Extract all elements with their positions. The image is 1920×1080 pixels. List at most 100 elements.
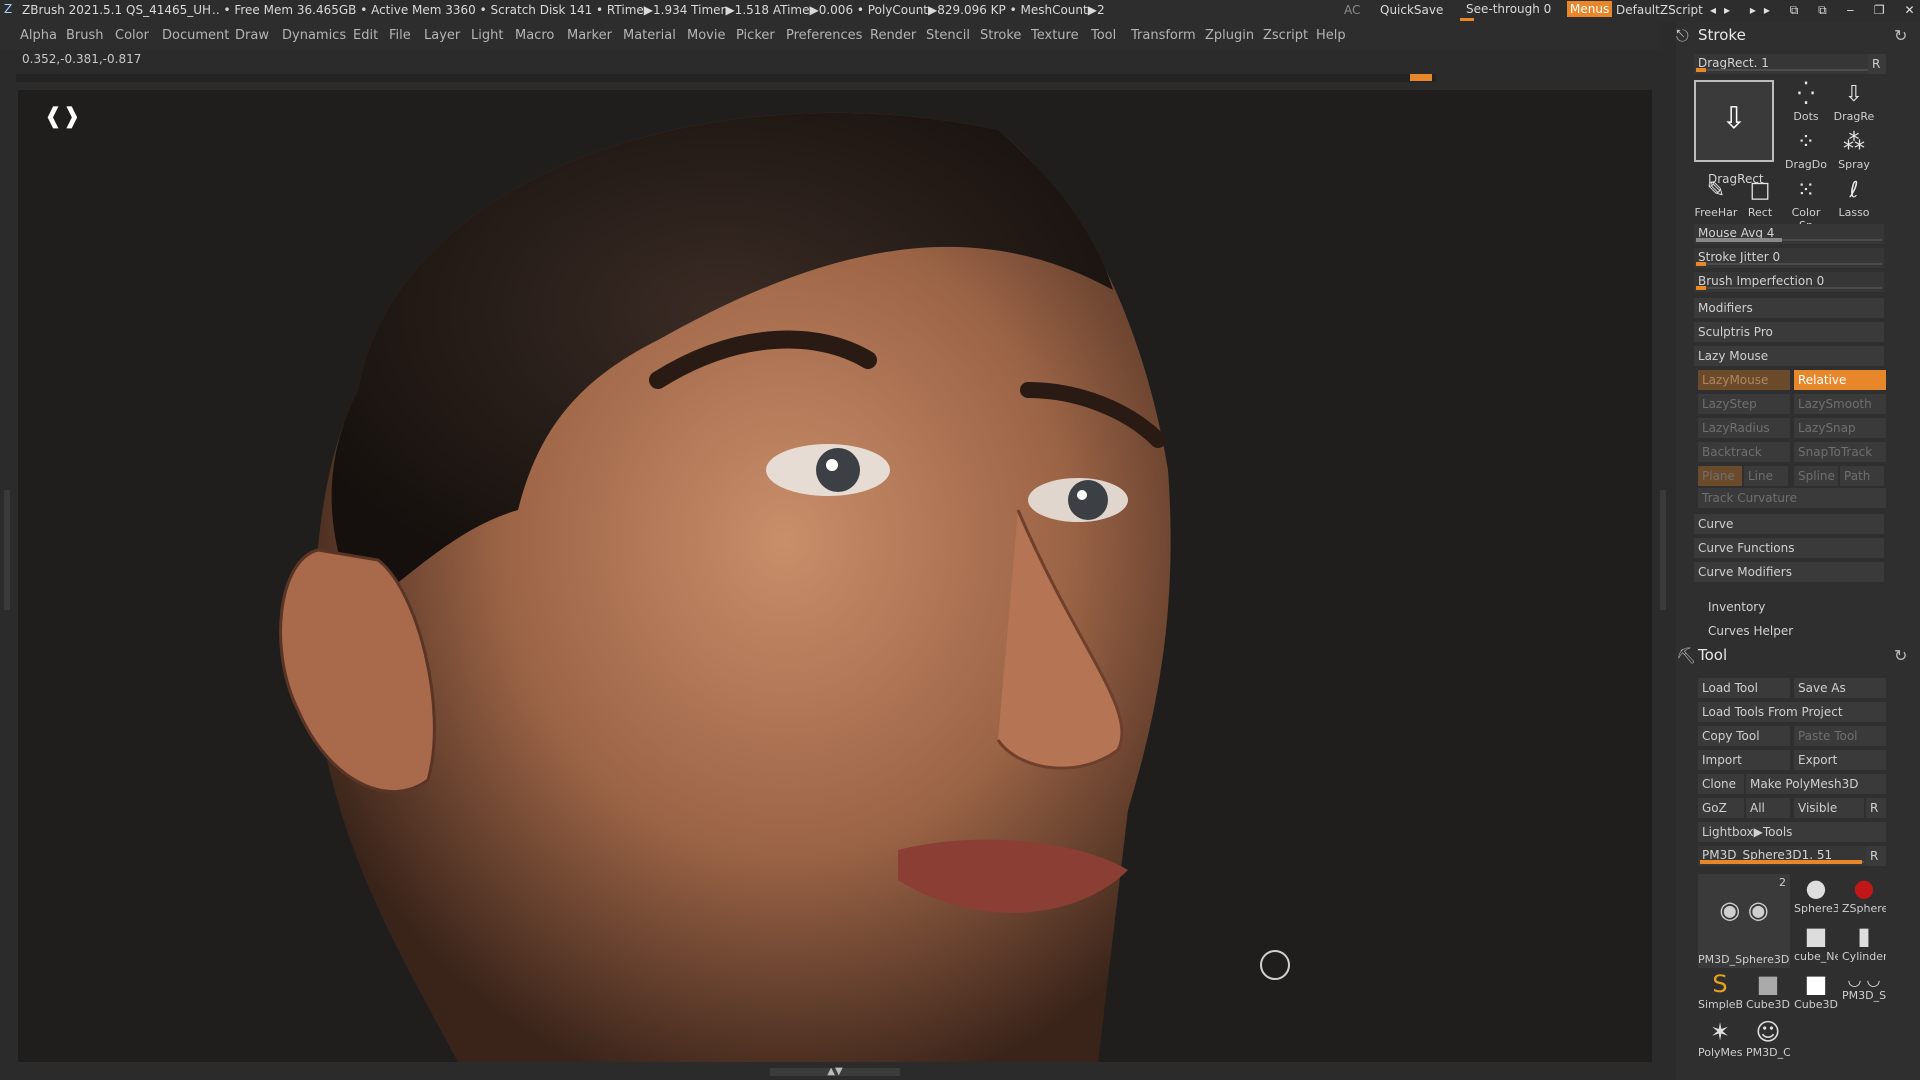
curve-section[interactable]: Curve	[1694, 514, 1884, 534]
stroke-colorspray[interactable]: ⁙Color Sp	[1784, 176, 1828, 232]
save-as-button[interactable]: Save As	[1794, 678, 1886, 698]
stroke-palette-icon[interactable]: ⎋	[1676, 26, 1689, 46]
menu-texture[interactable]: Texture	[1031, 28, 1079, 43]
stroke-reset-icon[interactable]: ↻	[1894, 26, 1907, 45]
inventory-item[interactable]: Inventory	[1708, 600, 1765, 614]
track-curvature-slider[interactable]: Track Curvature	[1698, 488, 1886, 508]
tool-thumb-pm3d-c[interactable]: ☺ PM3D_C	[1746, 1018, 1790, 1064]
see-through-slider[interactable]: See-through 0	[1460, 2, 1552, 21]
export-button[interactable]: Export	[1794, 750, 1886, 770]
lazysmooth-slider[interactable]: LazySmooth	[1794, 394, 1886, 414]
tool-thumb-polymesh[interactable]: ✶ PolyMes	[1698, 1018, 1742, 1064]
copy-tool-button[interactable]: Copy Tool	[1698, 726, 1790, 746]
brush-imperfection-slider[interactable]: Brush Imperfection 0	[1694, 272, 1884, 292]
lazymouse-toggle[interactable]: LazyMouse	[1698, 370, 1790, 390]
goz-all-button[interactable]: All	[1746, 798, 1790, 818]
stroke-lasso[interactable]: ℓ Lasso	[1832, 176, 1876, 222]
timeline-bar[interactable]	[16, 74, 1436, 82]
tool-thumb-pm3d-sphere[interactable]: 2 ◉ ◉ PM3D_Sphere3D	[1698, 874, 1790, 968]
stroke-rect[interactable]: □ Rect	[1738, 176, 1782, 222]
menu-stencil[interactable]: Stencil	[926, 28, 970, 43]
goz-button[interactable]: GoZ	[1698, 798, 1744, 818]
tool-title[interactable]: Tool	[1698, 646, 1727, 664]
paste-tool-button[interactable]: Paste Tool	[1794, 726, 1886, 746]
lazyradius-slider[interactable]: LazyRadius	[1698, 418, 1790, 438]
menu-draw[interactable]: Draw	[235, 28, 269, 43]
goz-visible-button[interactable]: Visible	[1794, 798, 1864, 818]
lazy-mouse-section[interactable]: Lazy Mouse	[1694, 346, 1884, 366]
menu-macro[interactable]: Macro	[515, 28, 554, 43]
target-circle-icon[interactable]	[1260, 950, 1290, 980]
stroke-spray[interactable]: ⁂ Spray	[1832, 128, 1876, 174]
curves-helper-item[interactable]: Curves Helper	[1708, 624, 1793, 638]
current-tool-r-button[interactable]: R	[1866, 846, 1886, 866]
canvas-viewport[interactable]: ❰❱	[18, 90, 1652, 1062]
make-polymesh-button[interactable]: Make PolyMesh3D	[1746, 774, 1886, 794]
mouse-avg-slider[interactable]: Mouse Avg 4	[1694, 224, 1884, 244]
menu-render[interactable]: Render	[870, 28, 916, 43]
stroke-dragdot[interactable]: ⁘ DragDo	[1784, 128, 1828, 174]
spline-button[interactable]: Spline	[1794, 466, 1838, 486]
menu-light[interactable]: Light	[471, 28, 503, 43]
stroke-dots[interactable]: ⁛ Dots	[1784, 80, 1828, 126]
tool-thumb-cube3d-b[interactable]: ■ Cube3D	[1794, 970, 1838, 1016]
stroke-dragrect-small[interactable]: ⇩ DragRe	[1832, 80, 1876, 126]
menu-zplugin[interactable]: Zplugin	[1205, 28, 1254, 43]
curve-functions-section[interactable]: Curve Functions	[1694, 538, 1884, 558]
backtrack-button[interactable]: Backtrack	[1698, 442, 1790, 462]
menus-button[interactable]: Menus	[1567, 1, 1613, 17]
curve-modifiers-section[interactable]: Curve Modifiers	[1694, 562, 1884, 582]
tool-thumb-cube3d-a[interactable]: ■ Cube3D	[1746, 970, 1790, 1016]
menu-brush[interactable]: Brush	[66, 28, 104, 43]
frame-corner-icon[interactable]: ❰❱	[44, 104, 81, 129]
sculptris-pro-section[interactable]: Sculptris Pro	[1694, 322, 1884, 342]
menu-transform[interactable]: Transform	[1131, 28, 1196, 43]
tool-thumb-pm3d-s[interactable]: ◡ ◡ PM3D_S	[1842, 970, 1886, 1016]
default-zscript-button[interactable]: DefaultZScript	[1616, 3, 1703, 17]
tool-thumb-zsphere[interactable]: ● ZSphere	[1842, 874, 1886, 920]
line-button[interactable]: Line	[1744, 466, 1788, 486]
modifiers-section[interactable]: Modifiers	[1694, 298, 1884, 318]
menu-tool[interactable]: Tool	[1091, 28, 1116, 43]
menu-material[interactable]: Material	[623, 28, 676, 43]
menu-alpha[interactable]: Alpha	[20, 28, 57, 43]
menu-edit[interactable]: Edit	[353, 28, 378, 43]
menu-stroke[interactable]: Stroke	[980, 28, 1021, 43]
menu-zscript[interactable]: Zscript	[1263, 28, 1308, 43]
lightbox-tools-button[interactable]: Lightbox▶Tools	[1698, 822, 1886, 842]
clone-button[interactable]: Clone	[1698, 774, 1744, 794]
lazystep-slider[interactable]: LazyStep	[1698, 394, 1790, 414]
menu-layer[interactable]: Layer	[424, 28, 460, 43]
tool-thumb-cube-new[interactable]: ■ cube_Ne	[1794, 922, 1838, 968]
tool-thumb-simplebrush[interactable]: S SimpleB	[1698, 970, 1742, 1016]
head-model[interactable]	[18, 90, 1652, 1062]
stroke-freehand[interactable]: ✎ FreeHar	[1694, 176, 1738, 222]
left-tray-handle[interactable]	[4, 490, 10, 610]
tool-thumb-sphere3d[interactable]: ● Sphere3	[1794, 874, 1838, 920]
load-tools-from-project-button[interactable]: Load Tools From Project	[1698, 702, 1886, 722]
import-button[interactable]: Import	[1698, 750, 1790, 770]
window-controls[interactable]: ◂▸ ▸▸ ⧉ ⧉ ‒ ❐ ✕	[1710, 3, 1920, 18]
tool-thumb-cylinder[interactable]: ▮ Cylinder	[1842, 922, 1886, 968]
tool-reset-icon[interactable]: ↻	[1894, 646, 1907, 665]
quicksave-button[interactable]: QuickSave	[1380, 3, 1443, 17]
path-button[interactable]: Path	[1840, 466, 1884, 486]
right-tray-handle[interactable]	[1660, 490, 1666, 610]
bottom-tray-handle[interactable]: ▲▼	[770, 1067, 900, 1077]
menu-dynamics[interactable]: Dynamics	[282, 28, 346, 43]
menu-file[interactable]: File	[389, 28, 411, 43]
current-stroke-thumb[interactable]: ⇩	[1694, 80, 1774, 162]
tool-palette-icon[interactable]: ⛏	[1676, 646, 1696, 665]
snaptotrack-button[interactable]: SnapToTrack	[1794, 442, 1886, 462]
menu-picker[interactable]: Picker	[736, 28, 775, 43]
load-tool-button[interactable]: Load Tool	[1698, 678, 1790, 698]
lazysnap-slider[interactable]: LazySnap	[1794, 418, 1886, 438]
menu-movie[interactable]: Movie	[687, 28, 725, 43]
stroke-title[interactable]: Stroke	[1698, 26, 1746, 44]
menu-color[interactable]: Color	[115, 28, 149, 43]
menu-marker[interactable]: Marker	[567, 28, 612, 43]
menu-document[interactable]: Document	[162, 28, 229, 43]
dragrect-slider[interactable]: DragRect. 1	[1694, 54, 1884, 74]
menu-preferences[interactable]: Preferences	[786, 28, 862, 43]
relative-toggle[interactable]: Relative	[1794, 370, 1886, 390]
